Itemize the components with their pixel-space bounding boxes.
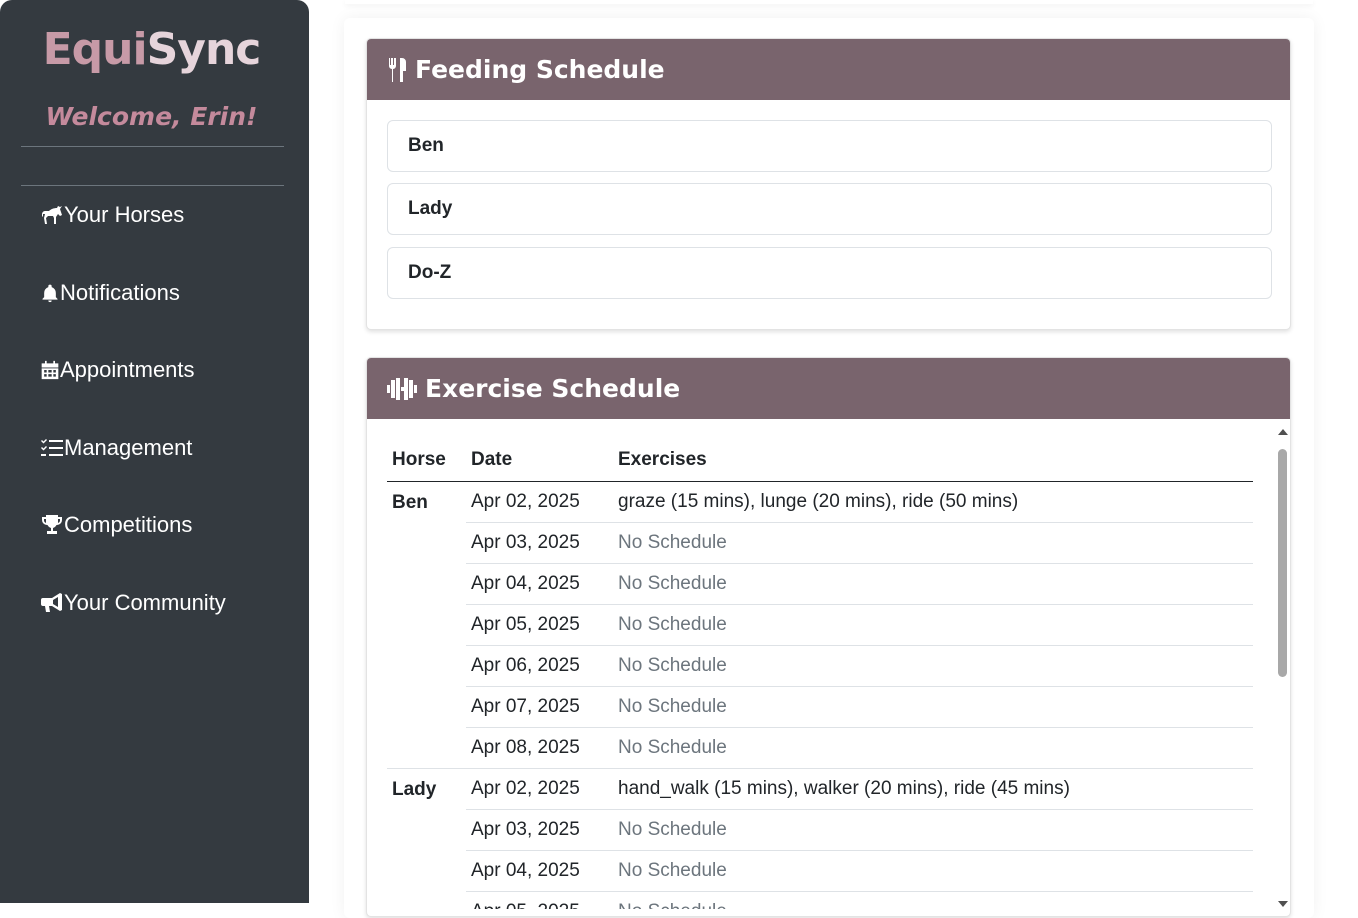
table-row: Apr 04, 2025 No Schedule xyxy=(387,850,1253,892)
table-row: Apr 04, 2025 No Schedule xyxy=(387,563,1253,605)
table-row: Apr 05, 2025 No Schedule xyxy=(387,891,1253,909)
nav-item-competitions[interactable]: Competitions xyxy=(40,505,192,545)
list-check-icon xyxy=(41,439,63,456)
exercises-cell: hand_walk (15 mins), walker (20 mins), r… xyxy=(613,768,1253,810)
exercises-cell: No Schedule xyxy=(613,522,1253,564)
exercises-cell: No Schedule xyxy=(613,686,1253,728)
feeding-horse-item[interactable]: Lady xyxy=(387,183,1272,235)
table-header-row: Horse Date Exercises xyxy=(387,439,1253,482)
feeding-horse-item[interactable]: Ben xyxy=(387,120,1272,172)
date-cell: Apr 05, 2025 xyxy=(466,891,613,909)
utensils-icon xyxy=(388,57,406,82)
exercises-cell: No Schedule xyxy=(613,645,1253,687)
table-row: Apr 05, 2025 No Schedule xyxy=(387,604,1253,646)
horse-cell: Lady xyxy=(387,768,466,909)
top-shade xyxy=(345,0,1313,4)
brand-logo-part1: Equi xyxy=(42,24,148,75)
exercises-cell: graze (15 mins), lunge (20 mins), ride (… xyxy=(613,481,1253,523)
table-row: Apr 03, 2025 No Schedule xyxy=(387,522,1253,564)
date-cell: Apr 04, 2025 xyxy=(466,850,613,892)
nav-item-your-community[interactable]: Your Community xyxy=(40,583,226,623)
table-row: Ben Apr 02, 2025 graze (15 mins), lunge … xyxy=(387,481,1253,769)
column-header-date: Date xyxy=(466,439,613,482)
horse-cell: Ben xyxy=(387,481,466,769)
exercise-schedule-header: Exercise Schedule xyxy=(367,358,1290,419)
calendar-icon xyxy=(41,360,59,380)
exercises-cell: No Schedule xyxy=(613,850,1253,892)
exercises-cell: No Schedule xyxy=(613,604,1253,646)
exercises-cell: No Schedule xyxy=(613,727,1253,769)
brand-logo-part2: Sync xyxy=(146,24,262,75)
nav-item-your-horses[interactable]: Your Horses xyxy=(40,195,184,235)
feeding-horse-item[interactable]: Do-Z xyxy=(387,247,1272,299)
exercise-schedule-card: Exercise Schedule Horse Date Exercises B… xyxy=(366,357,1291,917)
bell-icon xyxy=(42,284,58,303)
nav-item-label: Notifications xyxy=(60,280,180,305)
date-cell: Apr 03, 2025 xyxy=(466,522,613,564)
scroll-up-arrow-icon[interactable] xyxy=(1278,429,1288,435)
column-header-horse: Horse xyxy=(387,439,466,482)
feeding-horse-name: Do-Z xyxy=(408,262,452,283)
table-row: Lady Apr 02, 2025 hand_walk (15 mins), w… xyxy=(387,768,1253,909)
feeding-schedule-header: Feeding Schedule xyxy=(367,39,1290,100)
date-cell: Apr 06, 2025 xyxy=(466,645,613,687)
nav-item-label: Your Horses xyxy=(64,202,185,227)
table-row: Apr 06, 2025 No Schedule xyxy=(387,645,1253,687)
table-scrollbar[interactable] xyxy=(1276,429,1288,907)
nav-item-label: Management xyxy=(64,435,193,460)
exercise-table-scroll[interactable]: Horse Date Exercises Ben Apr 02, 2025 gr… xyxy=(367,419,1290,909)
trophy-icon xyxy=(42,515,62,534)
feeding-schedule-title: Feeding Schedule xyxy=(415,55,665,84)
sidebar: EquiSync Welcome, Erin! Your Horses Noti… xyxy=(0,0,309,903)
exercise-schedule-title: Exercise Schedule xyxy=(425,374,681,403)
nav-item-notifications[interactable]: Notifications xyxy=(40,273,180,313)
scroll-down-arrow-icon[interactable] xyxy=(1278,901,1288,907)
feeding-horse-name: Lady xyxy=(408,198,453,219)
feeding-schedule-card: Feeding Schedule Ben Lady Do-Z xyxy=(366,38,1291,330)
exercises-cell: No Schedule xyxy=(613,809,1253,851)
nav-item-label: Your Community xyxy=(64,590,226,615)
date-cell: Apr 03, 2025 xyxy=(466,809,613,851)
table-row: Apr 07, 2025 No Schedule xyxy=(387,686,1253,728)
horse-icon xyxy=(42,206,62,224)
divider xyxy=(21,185,284,186)
date-cell: Apr 02, 2025 xyxy=(466,481,613,523)
dumbbell-icon xyxy=(387,377,417,400)
nav-item-label: Competitions xyxy=(64,512,193,537)
exercise-table: Horse Date Exercises Ben Apr 02, 2025 gr… xyxy=(387,439,1253,909)
date-cell: Apr 04, 2025 xyxy=(466,563,613,605)
bullhorn-icon xyxy=(41,593,62,612)
column-header-exercises: Exercises xyxy=(613,439,1253,482)
scrollbar-thumb[interactable] xyxy=(1278,449,1287,677)
table-row: Apr 08, 2025 No Schedule xyxy=(387,727,1253,769)
divider xyxy=(21,146,284,147)
feeding-horse-name: Ben xyxy=(408,135,444,156)
exercises-cell: No Schedule xyxy=(613,563,1253,605)
date-cell: Apr 05, 2025 xyxy=(466,604,613,646)
date-cell: Apr 07, 2025 xyxy=(466,686,613,728)
welcome-message: Welcome, Erin! xyxy=(45,102,258,131)
nav-item-label: Appointments xyxy=(60,357,195,382)
exercises-cell: No Schedule xyxy=(613,891,1253,909)
table-row: Apr 03, 2025 No Schedule xyxy=(387,809,1253,851)
nav-item-appointments[interactable]: Appointments xyxy=(40,350,195,390)
nav-item-management[interactable]: Management xyxy=(40,428,192,468)
date-cell: Apr 08, 2025 xyxy=(466,727,613,769)
date-cell: Apr 02, 2025 xyxy=(466,768,613,810)
brand-logo[interactable]: EquiSync xyxy=(0,24,303,75)
